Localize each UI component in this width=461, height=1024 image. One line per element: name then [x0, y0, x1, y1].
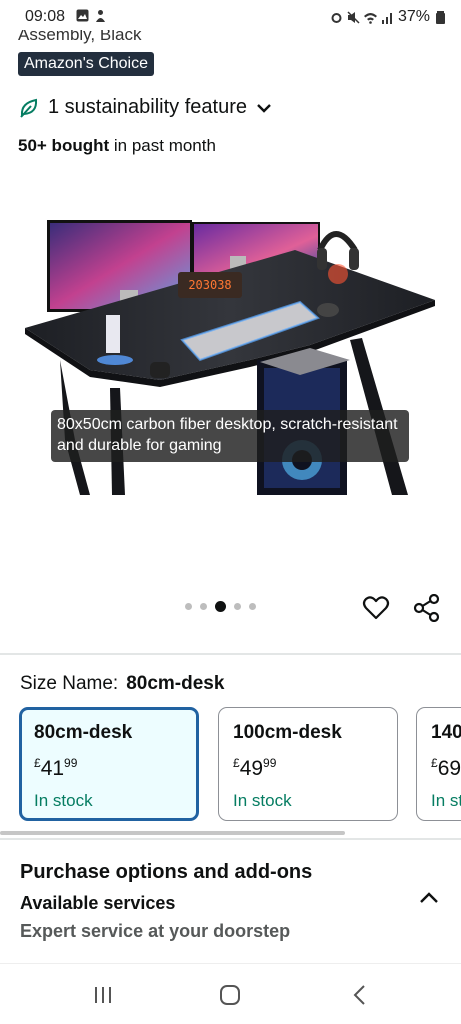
size-option-name: 140 — [431, 722, 461, 743]
price-currency: £ — [34, 756, 41, 770]
recent-apps-icon[interactable] — [90, 982, 116, 1008]
pager-dot-5[interactable] — [249, 603, 256, 610]
section-divider — [0, 838, 461, 840]
size-option-140cm[interactable]: 140 £69 In st — [416, 707, 461, 821]
size-option-name: 100cm-desk — [233, 722, 342, 743]
bought-count-rest: in past month — [109, 136, 216, 155]
amazons-choice-badge[interactable]: Amazon's Choice — [18, 52, 154, 76]
size-scroll-indicator[interactable] — [0, 831, 345, 835]
size-option-100cm[interactable]: 100cm-desk £4999 In stock — [218, 707, 398, 821]
status-bar: 09:08 37% — [0, 0, 461, 30]
size-option-price: £4199 — [34, 756, 184, 781]
notification-icons — [76, 9, 107, 22]
price-whole: 69 — [437, 757, 461, 780]
size-option-stock: In st — [431, 791, 461, 810]
pager-dot-2[interactable] — [200, 603, 207, 610]
system-navigation-bar — [0, 963, 461, 1024]
sustainability-toggle[interactable]: 1 sustainability feature — [18, 96, 273, 119]
pager-dot-4[interactable] — [234, 603, 241, 610]
alarm-icon — [331, 12, 342, 23]
wifi-icon — [363, 12, 377, 24]
pager-dot-1[interactable] — [185, 603, 192, 610]
image-pager[interactable] — [185, 601, 256, 612]
user-icon — [96, 10, 105, 22]
sustainability-label: 1 sustainability feature — [48, 96, 248, 118]
back-icon[interactable] — [347, 982, 373, 1008]
status-time: 09:08 — [25, 8, 66, 25]
size-option-stock: In stock — [233, 791, 292, 810]
size-name-label: Size Name: 80cm-desk — [20, 673, 224, 695]
section-divider — [0, 653, 461, 655]
size-option-price: £69 — [431, 756, 461, 781]
price-fraction: 99 — [263, 756, 277, 770]
image-caption: 80x50cm carbon fiber desktop, scratch-re… — [51, 410, 409, 462]
product-image[interactable]: 203038 — [20, 210, 450, 510]
signal-icon — [381, 12, 392, 24]
mute-icon — [347, 10, 360, 24]
wishlist-heart-icon[interactable] — [362, 594, 390, 622]
size-selected-value: 80cm-desk — [126, 673, 225, 694]
battery-icon — [436, 10, 445, 24]
available-services-heading[interactable]: Available services — [20, 893, 175, 914]
status-right: 37% — [330, 8, 447, 26]
leaf-icon — [20, 98, 38, 118]
bought-count-bold: 50+ bought — [18, 136, 110, 155]
size-option-price: £4999 — [233, 756, 383, 781]
gallery-icon — [76, 9, 89, 22]
battery-text: 37% — [397, 8, 430, 25]
nixie-clock-digits: 203038 — [188, 278, 231, 292]
price-currency: £ — [431, 756, 438, 770]
share-icon[interactable] — [413, 594, 441, 622]
home-icon[interactable] — [217, 982, 243, 1008]
price-whole: 41 — [40, 757, 65, 780]
price-whole: 49 — [239, 757, 264, 780]
purchase-options-title: Purchase options and add-ons — [20, 861, 313, 883]
size-option-80cm[interactable]: 80cm-desk £4199 In stock — [19, 707, 199, 821]
size-option-stock: In stock — [34, 791, 93, 810]
price-fraction: 99 — [64, 756, 78, 770]
size-option-name: 80cm-desk — [34, 722, 133, 743]
expert-service-text: Expert service at your doorstep — [20, 921, 291, 941]
bought-count: 50+ bought in past month — [18, 136, 216, 156]
chevron-down-icon — [257, 103, 271, 113]
pager-dot-3[interactable] — [215, 601, 226, 612]
price-currency: £ — [233, 756, 240, 770]
size-label-text: Size Name: — [20, 673, 119, 694]
chevron-up-icon[interactable] — [418, 890, 440, 906]
